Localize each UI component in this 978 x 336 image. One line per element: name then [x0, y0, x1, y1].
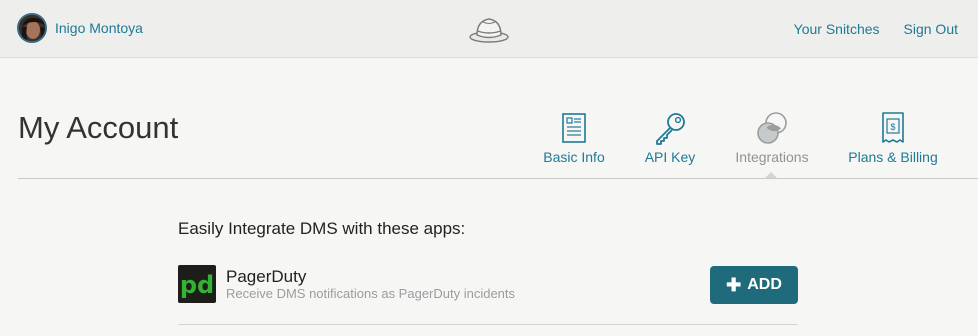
receipt-icon: $ — [875, 110, 911, 146]
svg-text:pd: pd — [180, 271, 214, 299]
tab-integrations[interactable]: Integrations — [735, 110, 809, 166]
integration-name: PagerDuty — [226, 267, 307, 286]
integration-divider — [178, 324, 798, 325]
tab-label: Basic Info — [543, 149, 605, 165]
top-nav: Your Snitches Sign Out — [794, 20, 958, 38]
add-button-label: ADD — [747, 276, 782, 293]
tab-basic-info[interactable]: Basic Info — [543, 110, 605, 166]
key-icon — [652, 110, 688, 146]
tab-label: API Key — [644, 149, 696, 165]
top-bar: Inigo Montoya Your Snitches Sign Out — [0, 0, 978, 58]
plus-icon: ✚ — [726, 275, 742, 295]
pagerduty-logo: pd — [178, 265, 216, 303]
integrations-icon — [754, 110, 790, 146]
header-divider — [18, 178, 978, 179]
active-tab-caret — [765, 172, 777, 178]
user-profile-link[interactable]: Inigo Montoya — [17, 13, 143, 43]
tab-label: Integrations — [735, 149, 809, 165]
document-icon — [556, 110, 592, 146]
add-pagerduty-button[interactable]: ✚ ADD — [710, 266, 798, 304]
tab-api-key[interactable]: API Key — [645, 110, 695, 166]
avatar — [17, 13, 47, 43]
integration-description: Receive DMS notifications as PagerDuty i… — [226, 286, 516, 301]
account-tabs: Basic Info API Key Integrations $ Plans … — [0, 110, 978, 170]
integrations-heading: Easily Integrate DMS with these apps: — [178, 219, 466, 238]
hat-logo-icon[interactable] — [468, 13, 510, 45]
tab-plans-billing[interactable]: $ Plans & Billing — [848, 110, 938, 166]
integration-item-pagerduty: pd PagerDuty Receive DMS notifications a… — [178, 265, 798, 305]
sign-out-link[interactable]: Sign Out — [904, 20, 958, 38]
tab-label: Plans & Billing — [848, 149, 938, 165]
svg-text:$: $ — [890, 122, 895, 132]
your-snitches-link[interactable]: Your Snitches — [794, 20, 880, 38]
user-name: Inigo Montoya — [55, 20, 143, 36]
